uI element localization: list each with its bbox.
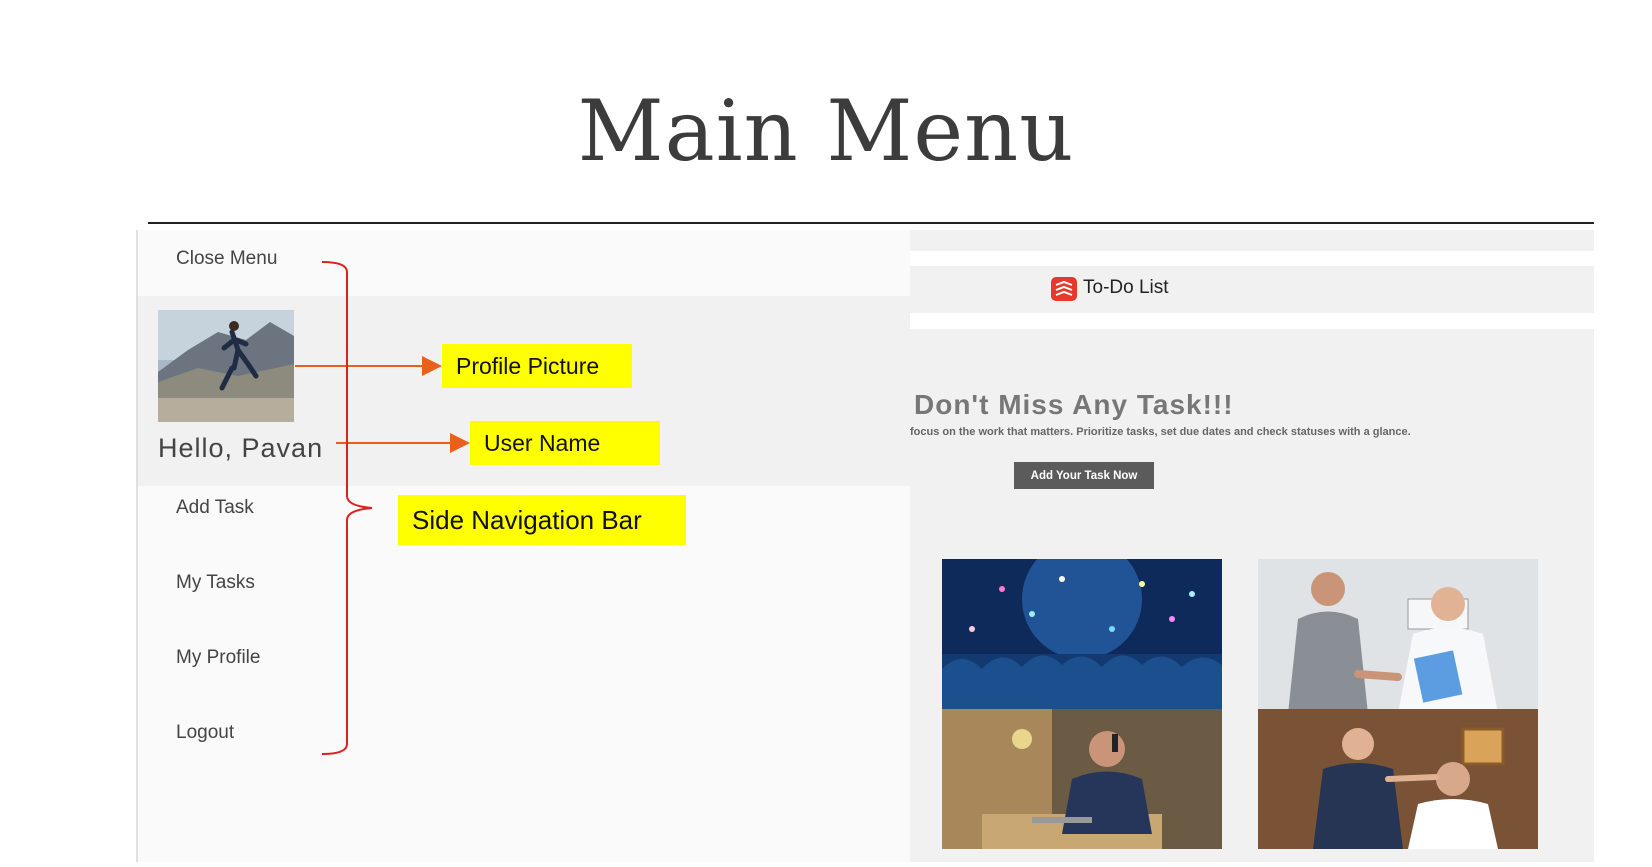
slide-title: Main Menu [577,82,1075,180]
nav-my-profile[interactable]: My Profile [176,647,260,669]
profile-picture-callout: Profile Picture [442,344,632,388]
nav-add-task[interactable]: Add Task [176,497,254,519]
user-name-callout: User Name [470,421,660,465]
hero-subtitle: focus on the work that matters. Prioriti… [910,426,1411,438]
close-menu-link[interactable]: Close Menu [176,248,277,270]
user-greeting: Hello, Pavan [158,433,324,463]
todo-logo-icon [1051,277,1077,301]
doctor-photo [1258,559,1538,714]
concert-photo [942,559,1222,714]
app-preview: To-Do List Don't Miss Any Task!!! focus … [910,230,1594,862]
title-divider [148,222,1594,224]
barber-photo [1258,709,1538,849]
top-strip [910,230,1594,251]
nav-my-tasks[interactable]: My Tasks [176,572,255,594]
app-header: To-Do List [910,266,1594,313]
doctor-handshake-icon [1258,559,1538,714]
hero-title: Don't Miss Any Task!!! [914,389,1234,420]
runner-photo-icon [158,310,294,422]
concert-crowd-icon [942,559,1222,714]
man-on-phone-icon [942,709,1222,849]
hero-section: Don't Miss Any Task!!! focus on the work… [910,329,1594,862]
phone-call-photo [942,709,1222,849]
nav-logout[interactable]: Logout [176,722,234,744]
barber-shop-icon [1258,709,1538,849]
side-nav-callout: Side Navigation Bar [398,495,686,545]
add-task-now-button[interactable]: Add Your Task Now [1014,462,1154,489]
profile-picture[interactable] [158,310,294,422]
app-title: To-Do List [1083,277,1169,298]
side-navigation-bar: Close Menu Hello, Pavan Add Task My Task… [136,230,912,862]
